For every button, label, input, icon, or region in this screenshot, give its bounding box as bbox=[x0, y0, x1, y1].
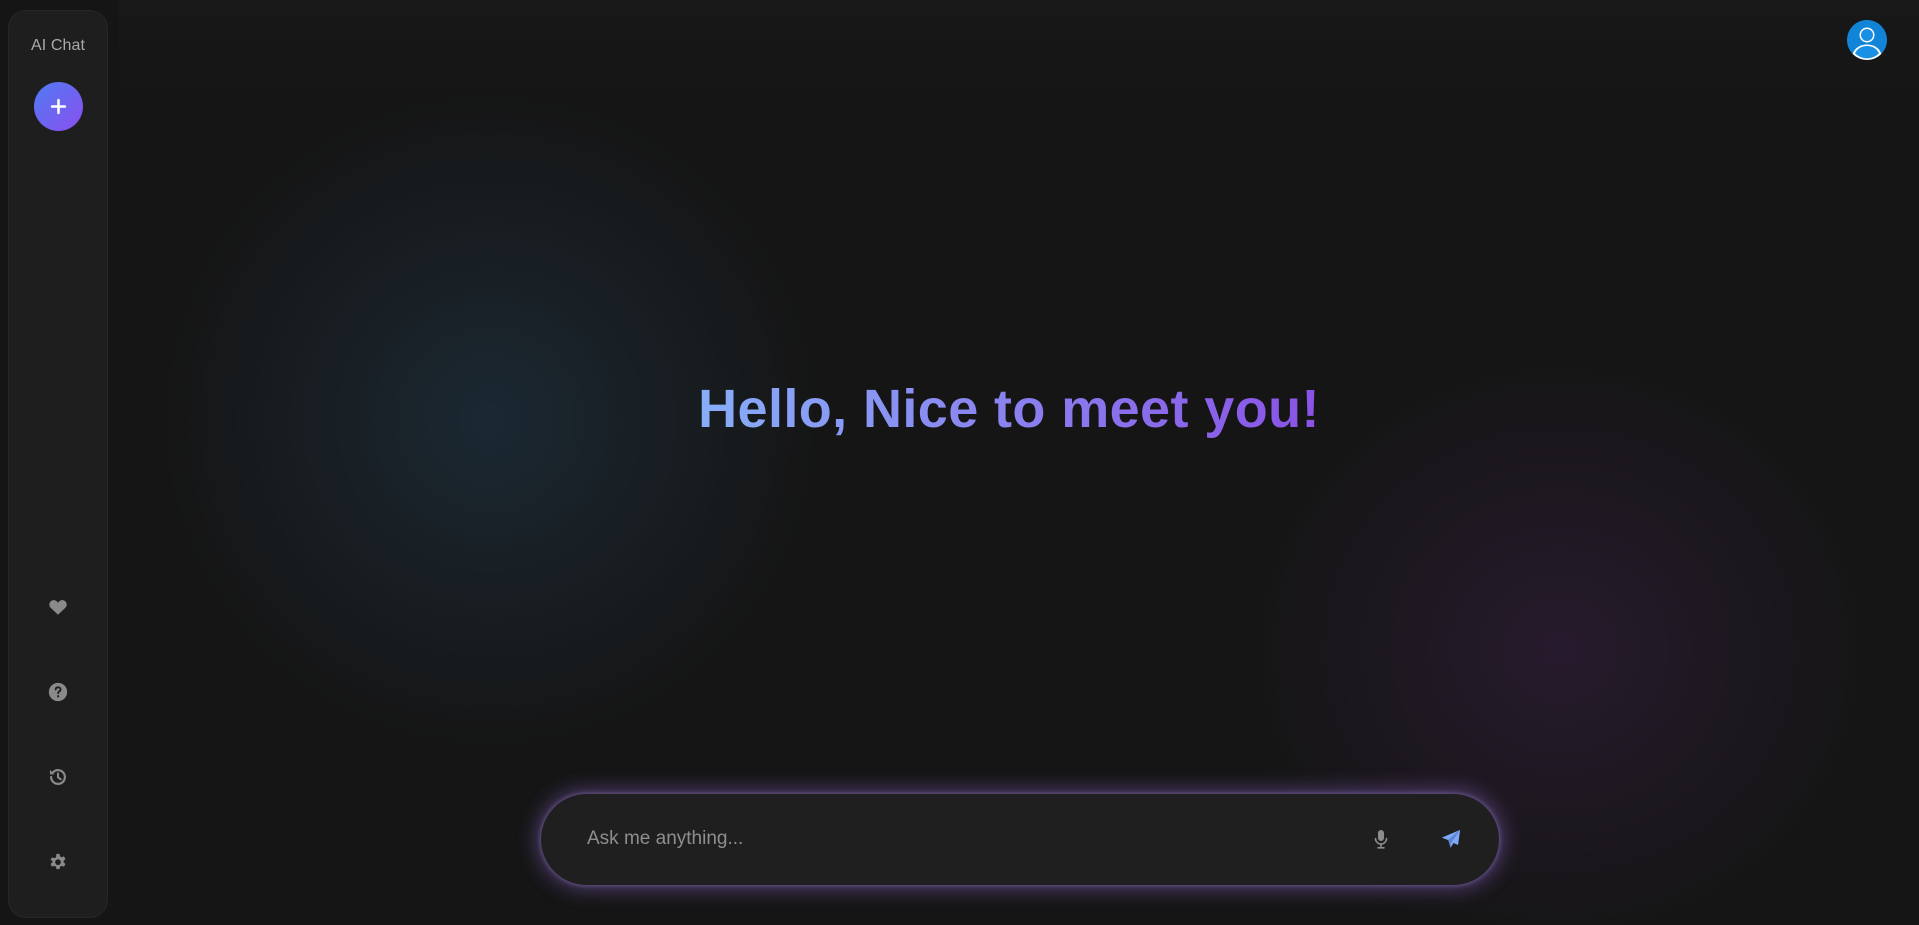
sidebar-item-help[interactable] bbox=[38, 672, 78, 712]
sidebar: AI Chat bbox=[8, 10, 108, 918]
chat-input[interactable] bbox=[587, 822, 1347, 856]
greeting-heading: Hello, Nice to meet you! bbox=[0, 378, 1919, 440]
user-avatar-icon bbox=[1847, 20, 1887, 60]
gear-icon bbox=[50, 853, 66, 870]
send-icon bbox=[1441, 829, 1461, 848]
user-avatar-button[interactable] bbox=[1847, 20, 1887, 60]
app-brand: AI Chat bbox=[30, 37, 86, 54]
voice-input-button[interactable] bbox=[1364, 822, 1398, 856]
app-window: AI Chat Hello, Nice to meet you! Ask me … bbox=[0, 0, 1919, 925]
send-button[interactable] bbox=[1433, 821, 1469, 857]
top-bar bbox=[118, 0, 1919, 86]
chat-composer bbox=[541, 794, 1499, 885]
sidebar-item-history[interactable] bbox=[38, 757, 78, 797]
microphone-icon bbox=[1374, 830, 1388, 849]
new-chat-button[interactable] bbox=[33, 82, 83, 131]
heart-icon bbox=[49, 600, 67, 615]
history-icon bbox=[49, 769, 66, 785]
question-circle-icon bbox=[48, 682, 68, 702]
greeting-text: Hello, Nice to meet you! bbox=[698, 379, 1320, 439]
plus-icon bbox=[50, 98, 66, 115]
sidebar-item-settings[interactable] bbox=[38, 842, 78, 882]
sidebar-bottom-nav bbox=[9, 587, 107, 882]
sidebar-item-favorites[interactable] bbox=[38, 587, 78, 627]
